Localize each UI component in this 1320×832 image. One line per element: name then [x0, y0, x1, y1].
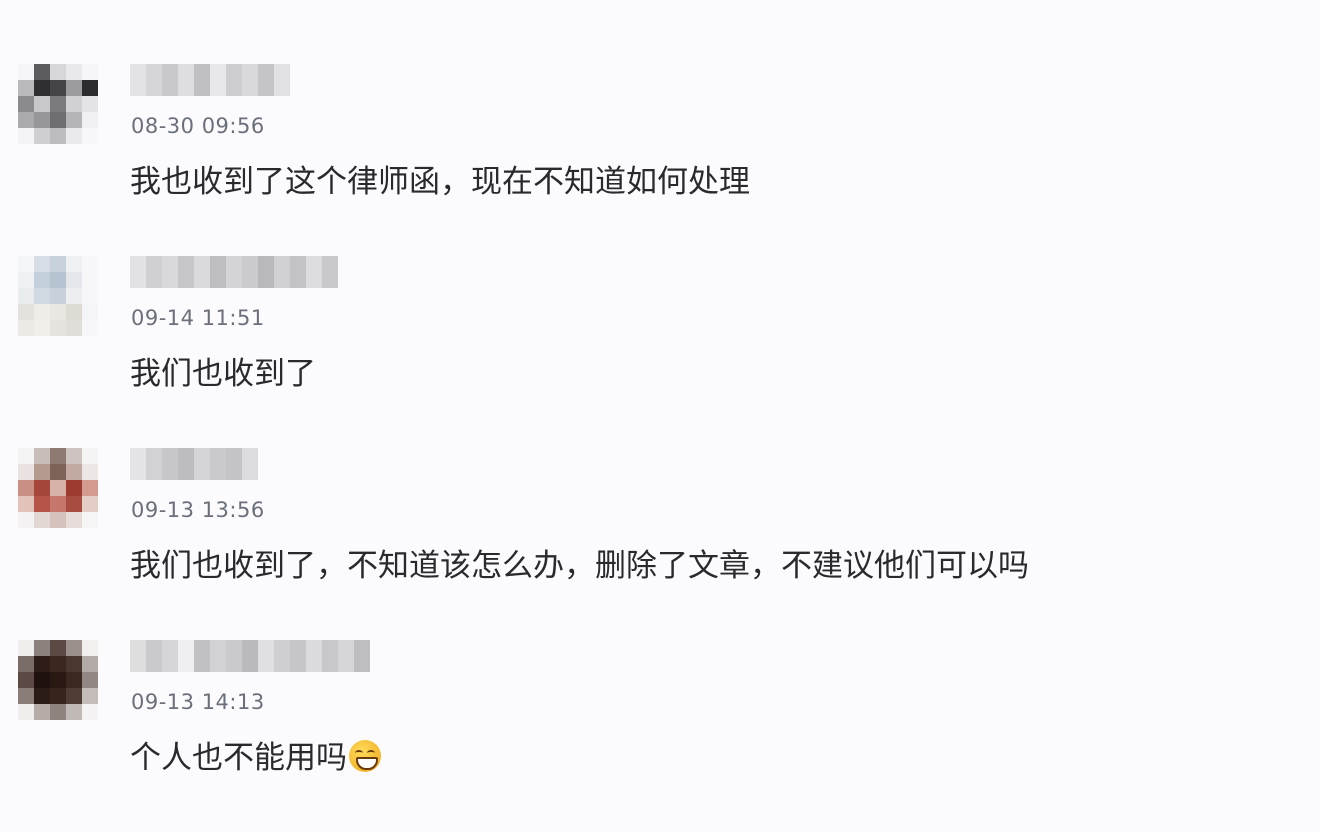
avatar[interactable] [18, 640, 98, 720]
comment-item: 09-13 14:13 个人也不能用吗 [0, 640, 1320, 832]
username-blurred[interactable] [130, 640, 370, 672]
username-blurred[interactable] [130, 64, 290, 96]
comment-text: 个人也不能用吗 [130, 740, 347, 776]
comment-text: 我们也收到了 [130, 356, 316, 392]
comment-timestamp: 08-30 09:56 [131, 114, 265, 138]
comment-timestamp: 09-14 11:51 [131, 306, 265, 330]
comment-timestamp: 09-13 14:13 [131, 690, 265, 714]
username-blurred[interactable] [130, 256, 338, 288]
comment-timestamp: 09-13 13:56 [131, 498, 265, 522]
grinning-face-emoji-icon [349, 740, 381, 772]
avatar[interactable] [18, 448, 98, 528]
comment-item: 09-13 13:56 我们也收到了，不知道该怎么办，删除了文章，不建议他们可以… [0, 448, 1320, 640]
comment-text-row: 个人也不能用吗 [130, 732, 381, 777]
comment-text: 我们也收到了，不知道该怎么办，删除了文章，不建议他们可以吗 [130, 548, 1029, 584]
username-blurred[interactable] [130, 448, 258, 480]
comment-text: 我也收到了这个律师函，现在不知道如何处理 [130, 164, 750, 200]
comment-item: 09-14 11:51 我们也收到了 [0, 256, 1320, 448]
avatar[interactable] [18, 256, 98, 336]
comment-item: 08-30 09:56 我也收到了这个律师函，现在不知道如何处理 [0, 64, 1320, 256]
avatar[interactable] [18, 64, 98, 144]
